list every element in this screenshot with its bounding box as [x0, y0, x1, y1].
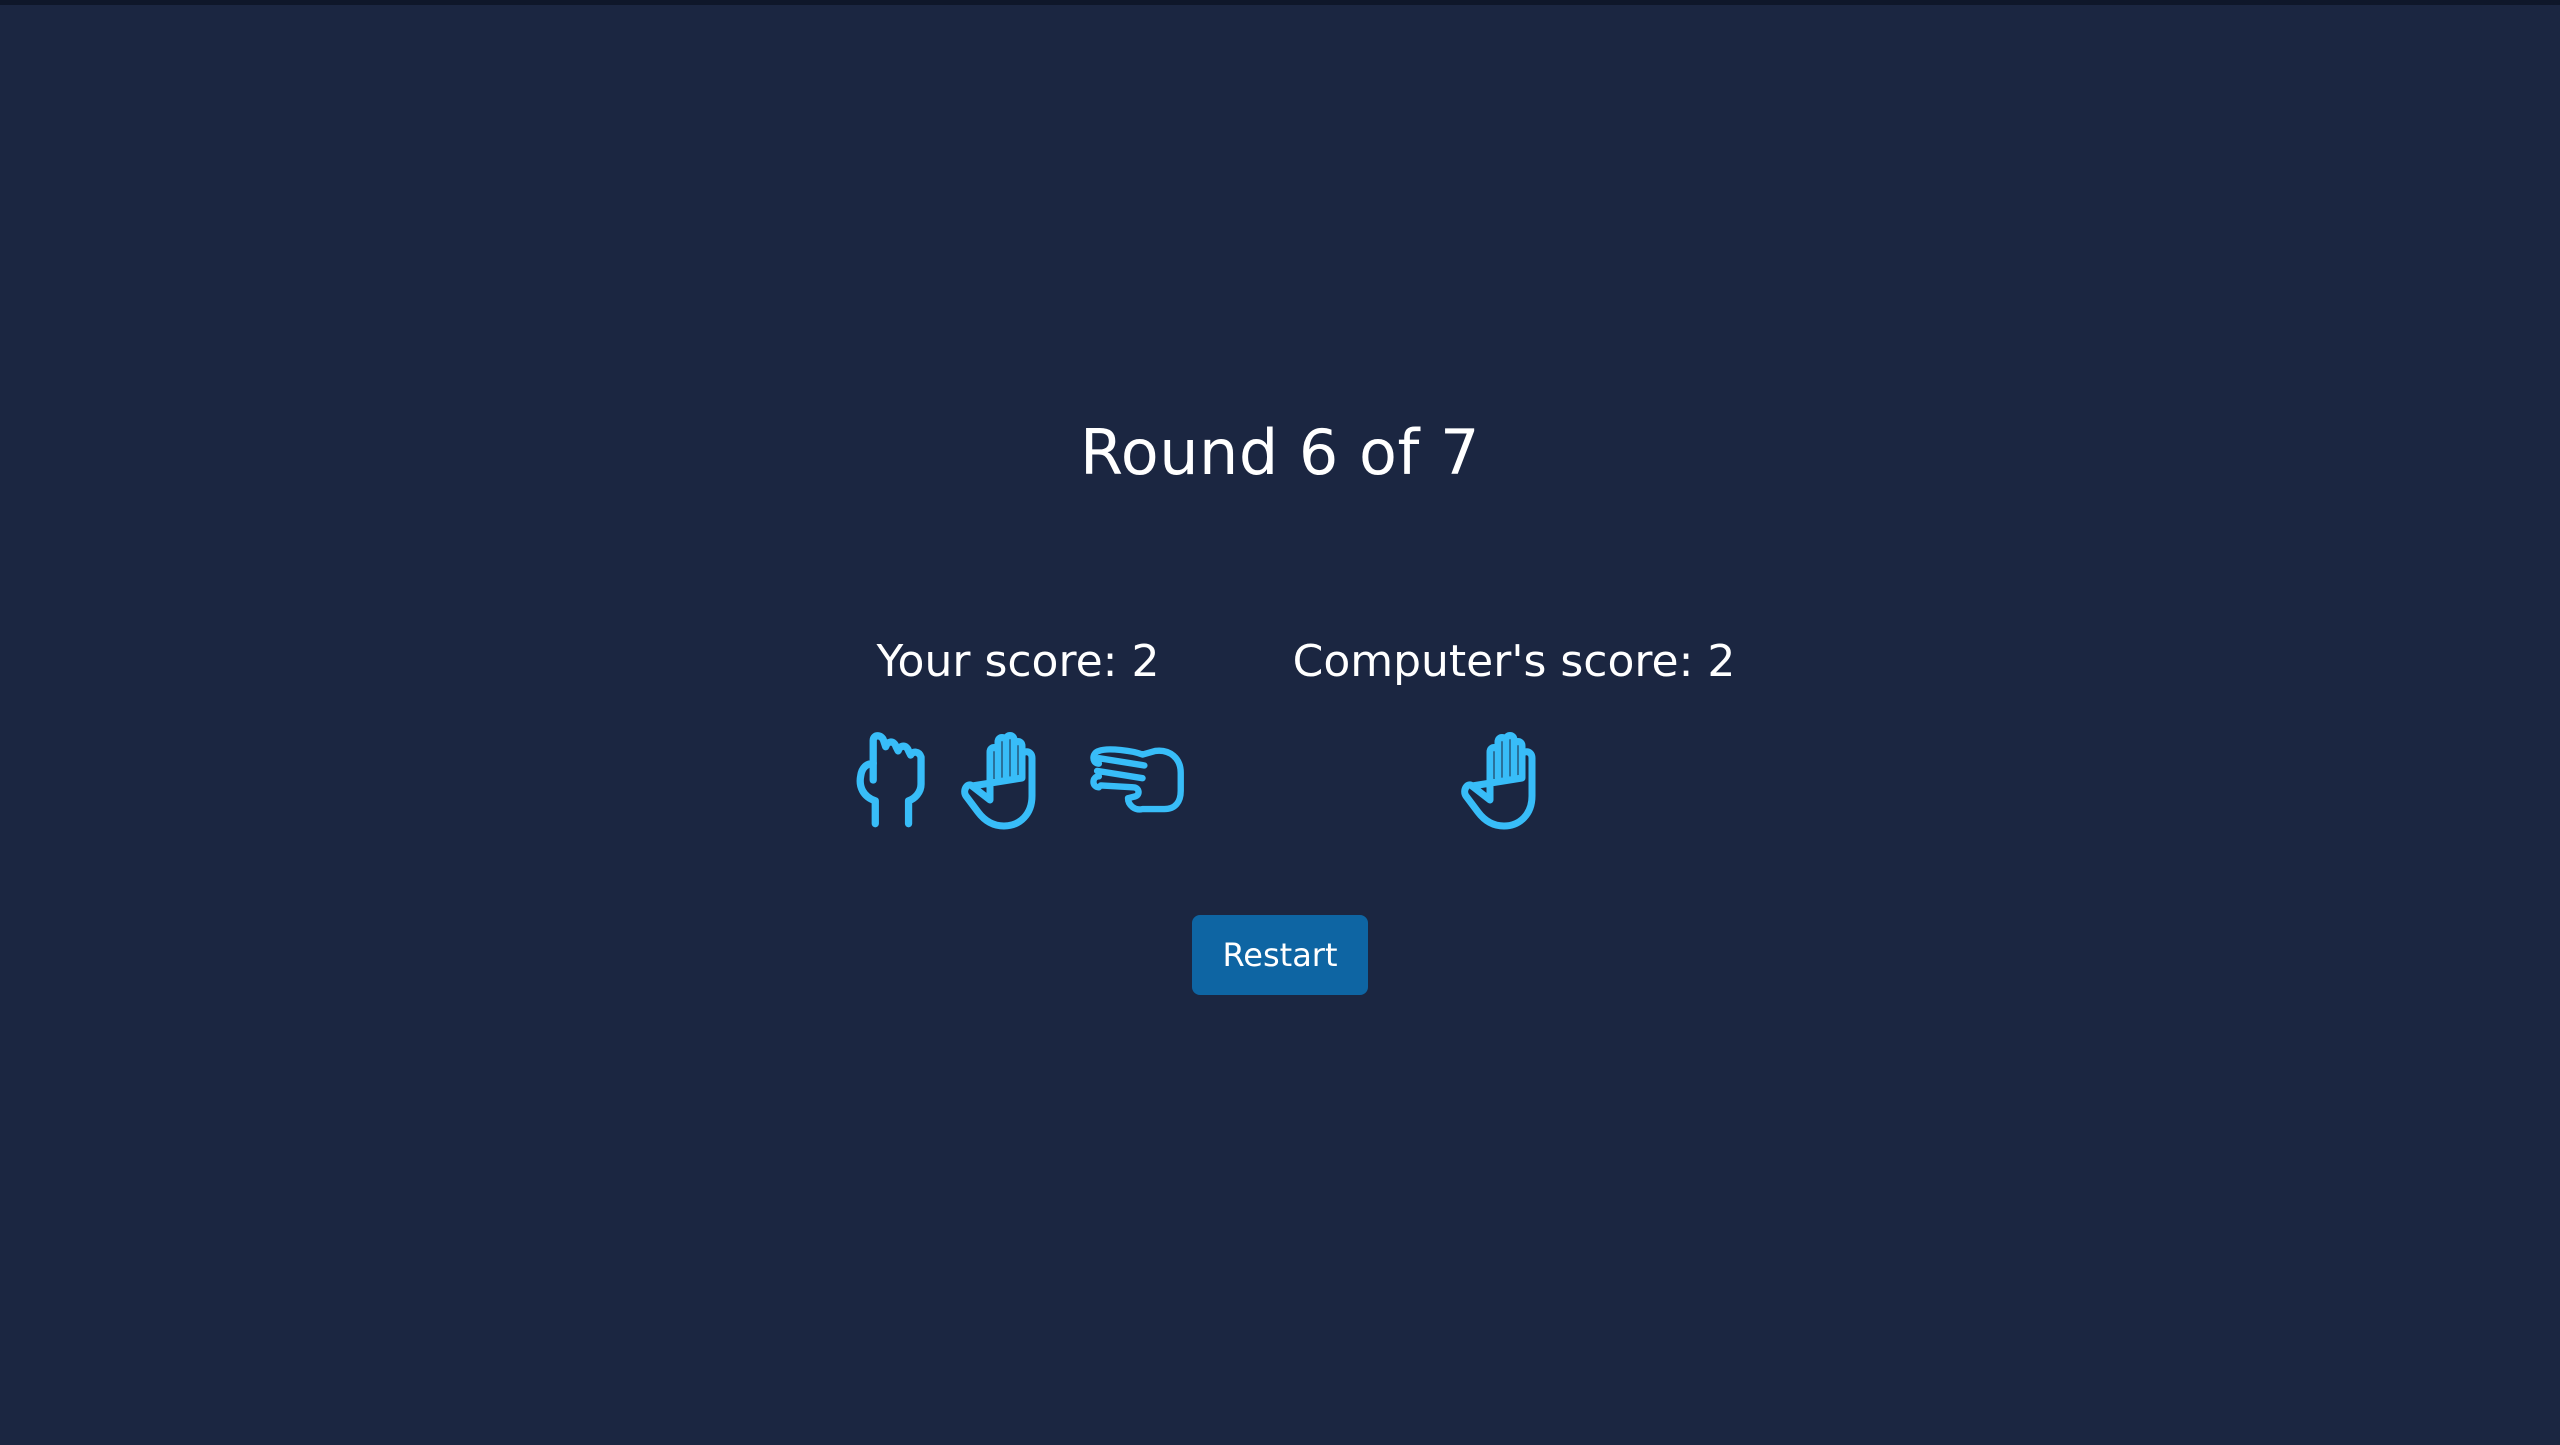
scissors-icon	[1088, 728, 1188, 832]
rock-icon	[844, 728, 944, 832]
computer-score: Computer's score: 2	[1292, 636, 1736, 687]
paper-icon	[1460, 728, 1560, 832]
round-title: Round 6 of 7	[1080, 415, 1480, 489]
top-border	[0, 0, 2560, 5]
paper-icon	[960, 728, 1060, 832]
restart-button[interactable]: Restart	[1192, 915, 1368, 995]
player-score: Your score: 2	[876, 636, 1160, 687]
